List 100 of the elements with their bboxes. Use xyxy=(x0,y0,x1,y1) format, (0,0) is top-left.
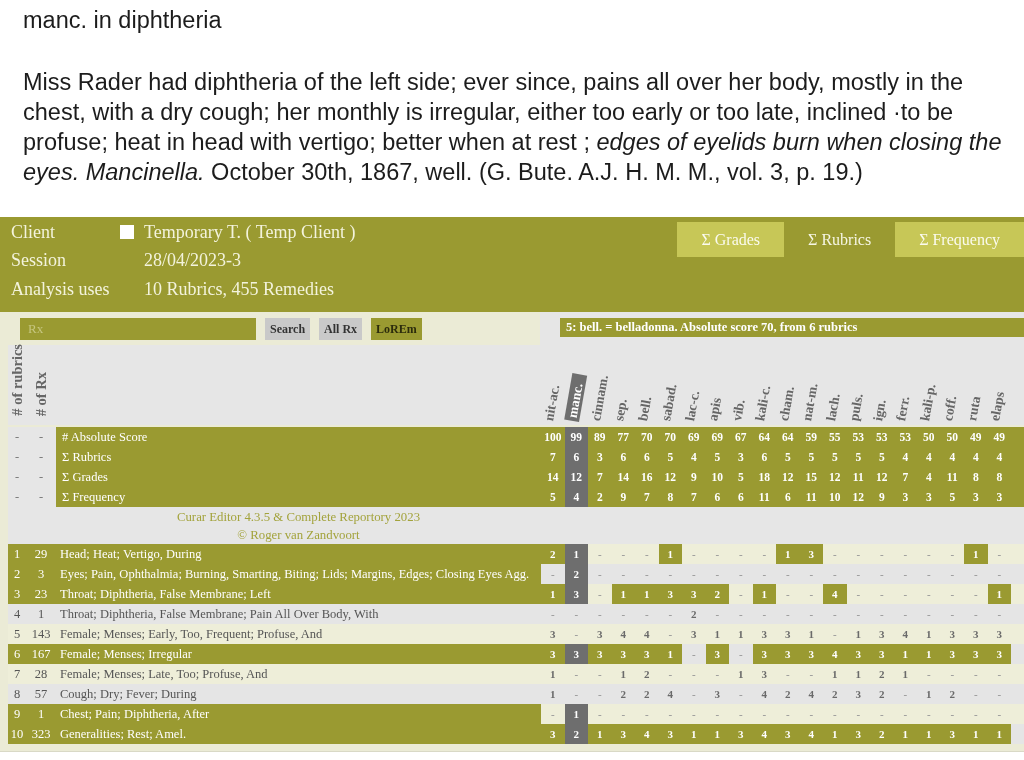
score-cell-text: 89 xyxy=(593,430,607,445)
remedy-heading[interactable]: ferr. xyxy=(893,395,913,422)
grade-cell-text: - xyxy=(690,707,697,722)
grade-cell: 2 xyxy=(705,584,729,604)
grade-cell-text: 1 xyxy=(619,667,627,682)
remedy-heading[interactable]: kali-p. xyxy=(917,382,939,422)
grade-cell: 3 xyxy=(987,644,1011,664)
row-number: 9 xyxy=(8,704,26,724)
remedy-heading[interactable]: kali-c. xyxy=(752,384,774,422)
score-cell-text: 69 xyxy=(687,430,701,445)
rubric-label[interactable]: Eyes; Pain, Ophthalmia; Burning, Smarting, Biting; Lids; Margins, Edges; Closing Eyes Agg. xyxy=(56,564,541,584)
score-cell-text: 77 xyxy=(616,430,630,445)
grade-cell-text: - xyxy=(714,547,721,562)
grade-cell-text: - xyxy=(737,587,744,602)
grade-cell: 2 xyxy=(870,724,894,744)
row-number: 1 xyxy=(8,544,26,564)
remedy-heading[interactable]: bell. xyxy=(635,395,655,422)
grade-cell-text: 3 xyxy=(713,687,721,702)
grade-cell: 3 xyxy=(635,644,659,664)
grade-cell: 3 xyxy=(846,724,870,744)
grade-cell-text: 4 xyxy=(666,687,674,702)
score-cell-text: 6 xyxy=(736,490,745,505)
remedy-heading[interactable]: puls. xyxy=(846,392,867,422)
grade-cell-text: - xyxy=(549,707,556,722)
grade-cell-text: - xyxy=(902,547,909,562)
remedy-heading[interactable]: vib. xyxy=(729,398,748,422)
score-cell-text: 6 xyxy=(619,450,628,465)
remedy-heading[interactable]: sabad. xyxy=(658,382,680,422)
grade-cell-text: - xyxy=(855,547,862,562)
grade-cell-text: 1 xyxy=(807,627,815,642)
rubric-label[interactable]: Female; Menses; Late, Too; Profuse, And xyxy=(56,664,541,684)
grade-cell-text: 3 xyxy=(760,667,768,682)
rubric-label[interactable]: Chest; Pain; Diphtheria, After xyxy=(56,704,541,724)
toolbar-button[interactable]: LoREm xyxy=(371,318,422,340)
grade-cell-text: - xyxy=(996,667,1003,682)
row-number: 8 xyxy=(12,686,22,703)
toolbar-button[interactable]: Search xyxy=(265,318,311,340)
grade-cell-text: - xyxy=(737,687,744,702)
remedy-heading[interactable]: lac-c. xyxy=(682,389,703,422)
toolbar-button[interactable]: All Rx xyxy=(319,318,363,340)
remedy-heading[interactable]: coff. xyxy=(940,394,960,422)
grade-cell-text: - xyxy=(761,547,768,562)
rx-count: 143 xyxy=(30,626,52,643)
rubric-label[interactable]: Throat; Diphtheria, False Membrane; Left xyxy=(56,584,541,604)
score-cell-text: 53 xyxy=(851,430,865,445)
grade-cell-text: - xyxy=(902,567,909,582)
checkbox[interactable] xyxy=(120,225,134,240)
score-cell-text: 9 xyxy=(877,490,886,505)
remedy-heading[interactable]: ruta xyxy=(964,395,984,422)
rx-count: 3 xyxy=(26,564,56,584)
grade-cell-text: 2 xyxy=(948,687,956,702)
rubric-label[interactable]: Female; Menses; Irregular xyxy=(56,644,541,664)
row-number: - xyxy=(8,467,26,487)
score-cell-text: 100 xyxy=(543,430,563,445)
search-field[interactable]: Rx xyxy=(20,318,256,340)
row-number: 6 xyxy=(8,644,26,664)
grade-cell-text: 2 xyxy=(643,667,651,682)
score-cell-text: 53 xyxy=(898,430,912,445)
grade-cell-text: 1 xyxy=(713,627,721,642)
grade-cell-text: - xyxy=(831,627,838,642)
score-cell-text: 4 xyxy=(901,450,910,465)
grade-cell-text: 1 xyxy=(925,627,933,642)
remedy-heading[interactable]: apis xyxy=(705,396,725,422)
grade-cell-text: - xyxy=(972,567,979,582)
field-value: 10 Rubrics, 455 Remedies xyxy=(144,278,334,300)
rx-count: - xyxy=(26,427,56,447)
grade-cell: 2 xyxy=(541,544,565,564)
remedy-heading[interactable]: lach. xyxy=(823,392,843,422)
grade-cell-text: - xyxy=(878,567,885,582)
grade-cell-text: 3 xyxy=(690,627,698,642)
grade-cell-text: - xyxy=(573,667,580,682)
rubric-label[interactable]: Female; Menses; Early, Too, Frequent; Profuse, And xyxy=(56,624,541,644)
grade-cell-text: 3 xyxy=(995,627,1003,642)
grade-cell-text: 1 xyxy=(901,667,909,682)
remedy-heading[interactable]: nat-m. xyxy=(799,382,821,422)
remedy-heading[interactable]: elaps xyxy=(987,390,1008,422)
grade-cell-text: - xyxy=(690,647,697,662)
grade-cell: 3 xyxy=(682,584,706,604)
grade-cell: 3 xyxy=(964,644,988,664)
rubric-label[interactable]: Generalities; Rest; Amel. xyxy=(56,724,541,744)
rubric-label[interactable]: Cough; Dry; Fever; During xyxy=(56,684,541,704)
rubric-label[interactable]: Head; Heat; Vertigo, During xyxy=(56,544,541,564)
grade-cell-text: - xyxy=(596,687,603,702)
remedy-heading[interactable]: nit-ac. xyxy=(541,383,563,422)
score-cell-text: 49 xyxy=(992,430,1006,445)
grade-cell-text: - xyxy=(714,607,721,622)
score-cell-text: 14 xyxy=(546,470,560,485)
grade-cell: 1 xyxy=(987,584,1011,604)
remedy-heading[interactable]: cham. xyxy=(776,385,797,422)
score-label: Σ Rubrics xyxy=(61,449,113,466)
rubric-label[interactable]: Throat; Diphtheria, False Membrane; Pain All Over Body, With xyxy=(56,604,541,624)
remedy-heading[interactable]: ign. xyxy=(870,398,889,422)
grade-cell-text: - xyxy=(714,567,721,582)
row-number: - xyxy=(8,427,26,447)
remedy-heading[interactable]: sep. xyxy=(611,397,631,422)
grade-cell: 3 xyxy=(846,644,870,664)
grade-cell-text: - xyxy=(855,707,862,722)
rx-count: 1 xyxy=(36,606,46,623)
remedy-heading[interactable]: cinnam. xyxy=(588,373,611,422)
remedy-heading[interactable]: manc. xyxy=(564,373,588,422)
